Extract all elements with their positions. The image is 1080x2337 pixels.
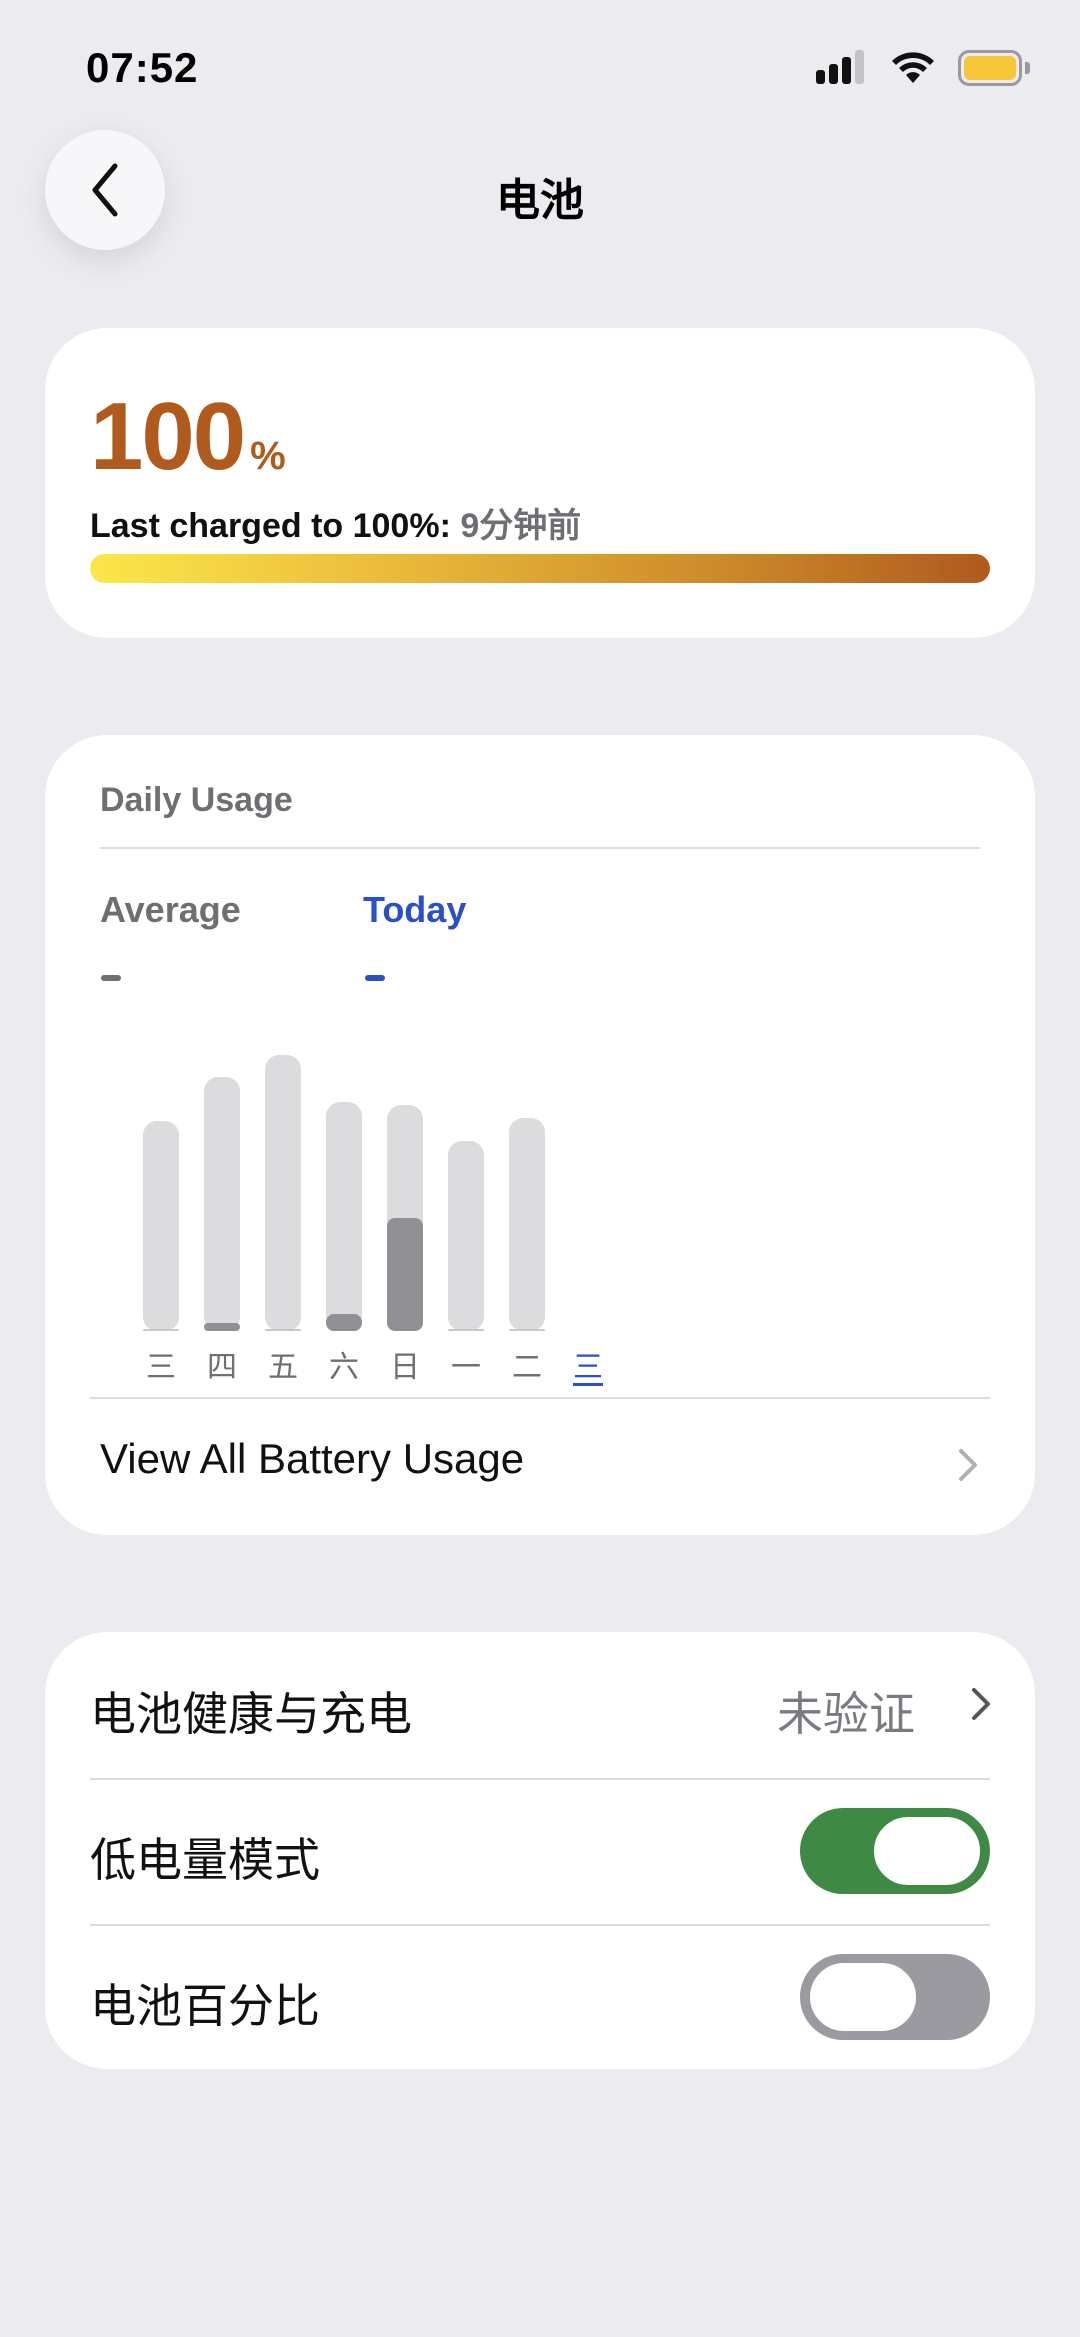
today-value: [365, 975, 385, 981]
day-label: 日: [390, 1351, 420, 1384]
battery-level-card: 100% Last charged to 100%: 9分钟前: [45, 328, 1035, 638]
battery-settings-card: 电池健康与充电 未验证 低电量模式 电池百分比: [45, 1632, 1035, 2069]
day-label: 一: [451, 1351, 481, 1384]
cellular-signal-icon: [816, 50, 868, 86]
divider: [90, 1397, 990, 1399]
battery-percentage-label: 电池百分比: [90, 1980, 320, 2032]
usage-bar[interactable]: [265, 1055, 301, 1331]
usage-bar[interactable]: [509, 1118, 545, 1331]
status-time: 07:52: [86, 44, 199, 91]
last-charged-label: Last charged to 100%:: [90, 507, 451, 545]
toggle-knob: [807, 1960, 919, 2034]
usage-bar-fill: [143, 1328, 179, 1331]
usage-bar-fill: [448, 1328, 484, 1331]
today-tab[interactable]: Today: [363, 889, 466, 931]
battery-health-value: 未验证: [777, 1688, 915, 1740]
low-power-mode-row: 低电量模式: [45, 1778, 1035, 1924]
usage-bar[interactable]: [387, 1104, 423, 1331]
day-label: 三: [573, 1351, 603, 1384]
battery-health-row[interactable]: 电池健康与充电 未验证: [45, 1632, 1035, 1778]
battery-percentage-value: 100: [90, 383, 246, 490]
usage-bar-fill: [509, 1328, 545, 1331]
low-power-mode-toggle[interactable]: [800, 1808, 990, 1894]
day-label: 三: [146, 1351, 176, 1384]
wifi-icon: [892, 52, 934, 83]
daily-usage-card: Daily Usage Average Today View All Batte…: [45, 735, 1035, 1535]
status-bar: 07:52: [0, 0, 1080, 130]
average-value: [101, 975, 121, 981]
low-power-mode-label: 低电量模式: [90, 1834, 320, 1886]
toggle-knob: [871, 1814, 983, 1888]
status-icons: [816, 48, 1030, 88]
day-label: 五: [268, 1351, 298, 1384]
battery-icon: [958, 50, 1030, 86]
last-charged-value: 9分钟前: [460, 507, 582, 545]
usage-bar-fill: [387, 1217, 423, 1331]
usage-bar[interactable]: [143, 1121, 179, 1331]
usage-bar[interactable]: [448, 1140, 484, 1331]
battery-percentage-sign: %: [250, 434, 286, 478]
day-label: 六: [329, 1351, 359, 1384]
battery-percentage-row: 电池百分比: [45, 1924, 1035, 2070]
usage-bar[interactable]: [204, 1077, 240, 1331]
usage-bar-fill: [204, 1322, 240, 1331]
daily-usage-title: Daily Usage: [100, 781, 293, 819]
view-all-battery-usage-link[interactable]: View All Battery Usage: [100, 1435, 524, 1483]
battery-percentage: 100%: [90, 382, 286, 492]
usage-bar[interactable]: [326, 1101, 362, 1331]
usage-bar-fill: [265, 1329, 301, 1331]
battery-percentage-toggle[interactable]: [800, 1954, 990, 2040]
day-label: 二: [512, 1351, 542, 1384]
battery-health-label: 电池健康与充电: [90, 1688, 412, 1740]
average-tab[interactable]: Average: [100, 889, 241, 931]
day-label: 四: [207, 1351, 237, 1384]
chevron-right-icon: [972, 1688, 990, 1720]
charge-level-bar: [90, 554, 990, 583]
last-charged-text: Last charged to 100%: 9分钟前: [90, 498, 581, 547]
chevron-right-icon: [959, 1449, 977, 1481]
usage-bar-fill: [326, 1314, 362, 1331]
divider: [100, 847, 980, 849]
page-title: 电池: [496, 176, 584, 225]
